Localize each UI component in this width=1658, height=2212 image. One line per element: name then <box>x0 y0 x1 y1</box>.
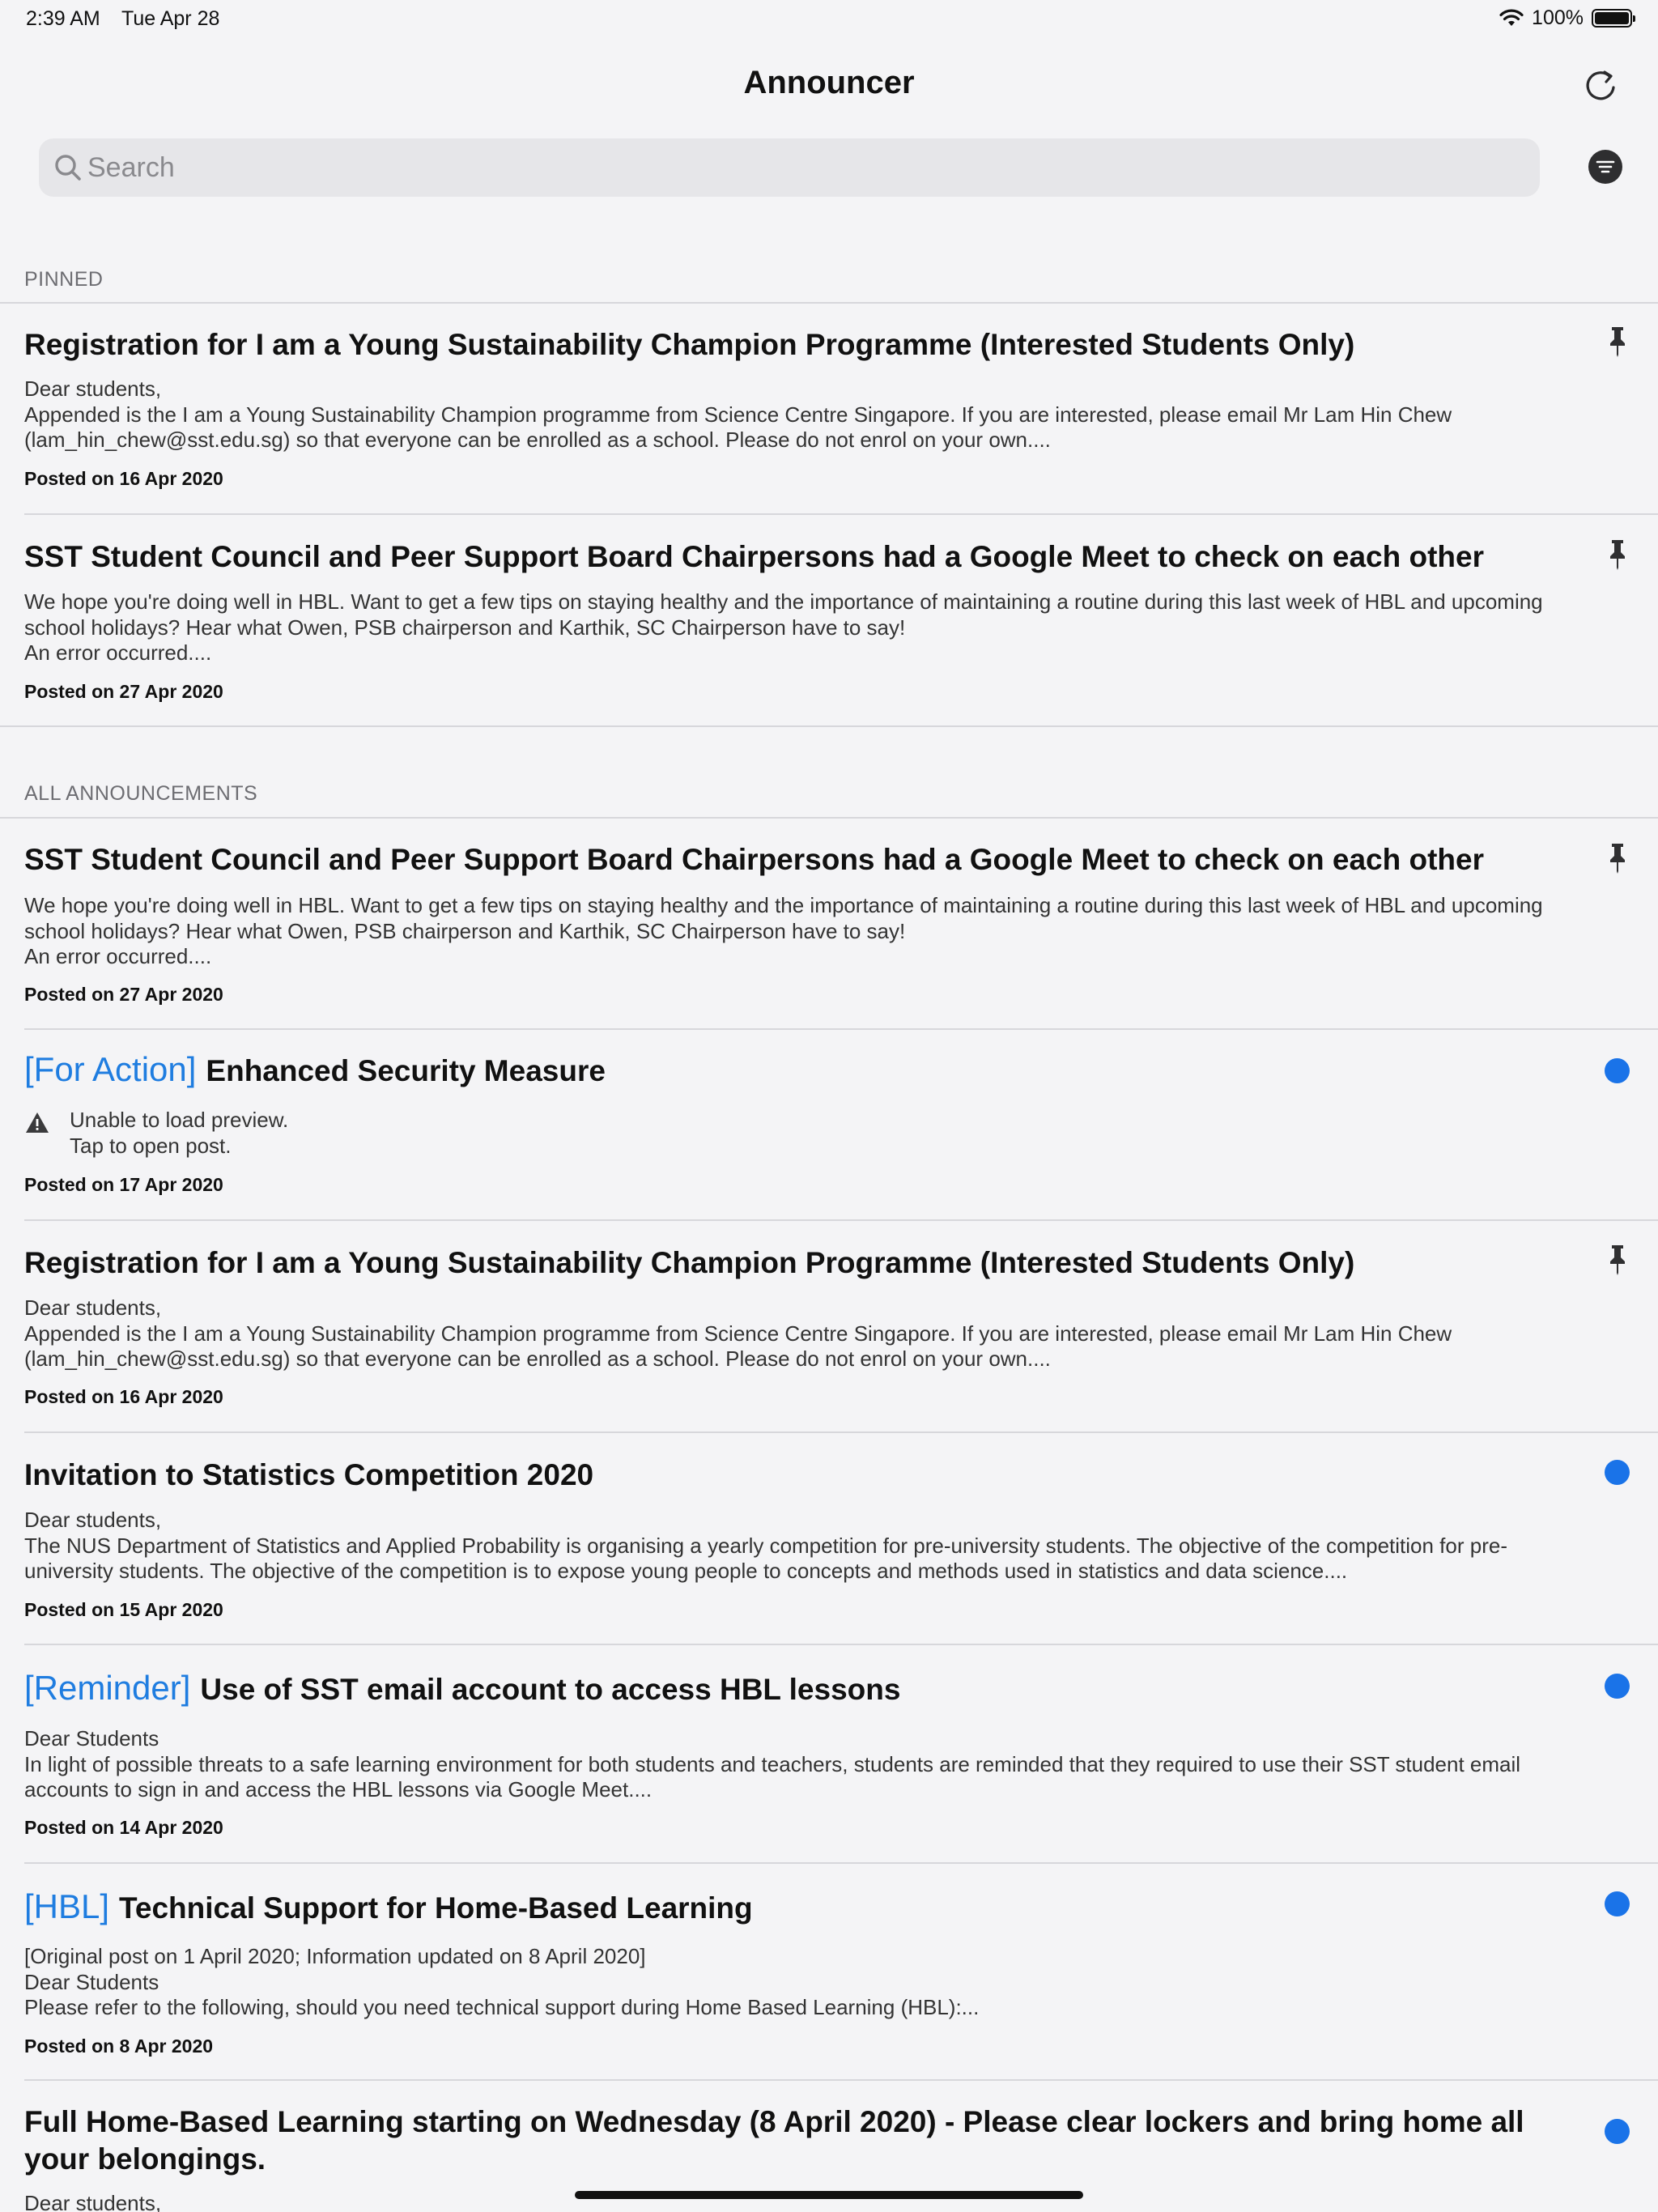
post-title-text: Enhanced Security Measure <box>206 1054 606 1087</box>
refresh-icon[interactable] <box>1582 66 1621 105</box>
announcement-item[interactable]: Invitation to Statistics Competition 202… <box>0 1433 1658 1644</box>
section-header-all: ALL ANNOUNCEMENTS <box>24 782 258 805</box>
post-tag: [For Action] <box>24 1050 197 1088</box>
post-preview: Dear students, Appended is the I am a Yo… <box>24 376 1452 452</box>
post-title: Registration for I am a Young Sustainabi… <box>24 326 1562 364</box>
preview-error-message: Unable to load preview. <box>70 1108 289 1132</box>
post-preview: Dear students, Appended is the I am a Yo… <box>24 1295 1452 1371</box>
post-title-text: Full Home-Based Learning starting on Wed… <box>24 2105 1524 2176</box>
post-preview: We hope you're doing well in HBL. Want t… <box>24 893 1543 968</box>
post-title-text: Technical Support for Home-Based Learnin… <box>119 1891 753 1925</box>
pin-icon <box>1610 327 1625 357</box>
post-date: Posted on 16 Apr 2020 <box>24 1386 223 1407</box>
post-preview: We hope you're doing well in HBL. Want t… <box>24 589 1543 665</box>
warning-icon <box>26 1112 49 1133</box>
unread-dot-icon <box>1605 2119 1630 2144</box>
post-date: Posted on 15 Apr 2020 <box>24 1599 223 1620</box>
post-preview: Dear students, The NUS Department of Sta… <box>24 1508 1507 1583</box>
unread-dot-icon <box>1605 1674 1630 1699</box>
preview-error-hint: Tap to open post. <box>70 1133 232 1158</box>
post-title: Full Home-Based Learning starting on Wed… <box>24 2104 1546 2178</box>
divider <box>0 725 1658 727</box>
unread-dot-icon <box>1605 1891 1630 1916</box>
pinned-post[interactable]: SST Student Council and Peer Support Boa… <box>0 515 1658 725</box>
announcement-item[interactable]: SST Student Council and Peer Support Boa… <box>0 819 1658 1029</box>
filter-button[interactable] <box>1588 150 1622 184</box>
post-title: SST Student Council and Peer Support Boa… <box>24 841 1562 878</box>
battery-percent: 100% <box>1532 6 1584 29</box>
filter-icon <box>1596 160 1615 173</box>
announcement-item[interactable]: [HBL] Technical Support for Home-Based Le… <box>0 1864 1658 2081</box>
post-title-text: SST Student Council and Peer Support Boa… <box>24 843 1484 876</box>
post-title-text: Registration for I am a Young Sustainabi… <box>24 328 1355 361</box>
status-bar: 2:39 AM Tue Apr 28 100% <box>0 0 1658 39</box>
post-tag: [HBL] <box>24 1887 110 1925</box>
section-header-pinned: PINNED <box>24 268 104 291</box>
pin-icon <box>1610 540 1625 570</box>
status-date: Tue Apr 28 <box>121 7 220 30</box>
pin-icon <box>1610 844 1625 874</box>
announcement-item[interactable]: [For Action] Enhanced Security Measure Un… <box>0 1030 1658 1219</box>
pinned-post[interactable]: Registration for I am a Young Sustainabi… <box>0 304 1658 514</box>
wifi-icon <box>1499 9 1524 26</box>
post-date: Posted on 14 Apr 2020 <box>24 1817 223 1838</box>
post-preview: [Original post on 1 April 2020; Informat… <box>24 1944 980 2019</box>
search-input[interactable]: Search <box>39 138 1540 197</box>
post-date: Posted on 16 Apr 2020 <box>24 468 223 489</box>
status-right: 100% <box>1499 6 1635 30</box>
post-title: [HBL] Technical Support for Home-Based Le… <box>24 1888 1562 1927</box>
search-placeholder: Search <box>87 152 175 183</box>
status-time: 2:39 AM <box>26 7 100 30</box>
battery-fill <box>1595 12 1629 24</box>
home-indicator[interactable] <box>575 2191 1083 2199</box>
post-date: Posted on 27 Apr 2020 <box>24 681 223 702</box>
post-tag: [Reminder] <box>24 1669 191 1707</box>
unread-dot-icon <box>1605 1460 1630 1485</box>
post-title-text: Registration for I am a Young Sustainabi… <box>24 1246 1355 1279</box>
post-preview: Dear Students In light of possible threa… <box>24 1726 1521 1802</box>
search-icon <box>55 155 81 181</box>
post-title: SST Student Council and Peer Support Boa… <box>24 538 1562 576</box>
preview-error: Unable to load preview. Tap to open post… <box>70 1108 1608 1159</box>
post-title-text: Use of SST email account to access HBL l… <box>200 1673 901 1706</box>
post-date: Posted on 17 Apr 2020 <box>24 1174 223 1195</box>
post-title: [Reminder] Use of SST email account to ac… <box>24 1670 1562 1708</box>
page-title: Announcer <box>743 65 915 100</box>
unread-dot-icon <box>1605 1058 1630 1083</box>
announcement-item[interactable]: Registration for I am a Young Sustainabi… <box>0 1221 1658 1431</box>
announcement-item[interactable]: [Reminder] Use of SST email account to ac… <box>0 1645 1658 1862</box>
post-title-text: Invitation to Statistics Competition 202… <box>24 1458 594 1491</box>
pin-icon <box>1610 1245 1625 1275</box>
post-date: Posted on 27 Apr 2020 <box>24 984 223 1005</box>
battery-icon <box>1592 9 1635 28</box>
post-title: [For Action] Enhanced Security Measure <box>24 1051 1562 1090</box>
post-title-text: SST Student Council and Peer Support Boa… <box>24 540 1484 573</box>
post-title: Invitation to Statistics Competition 202… <box>24 1457 1562 1494</box>
post-date: Posted on 8 Apr 2020 <box>24 2035 214 2057</box>
post-title: Registration for I am a Young Sustainabi… <box>24 1244 1562 1282</box>
